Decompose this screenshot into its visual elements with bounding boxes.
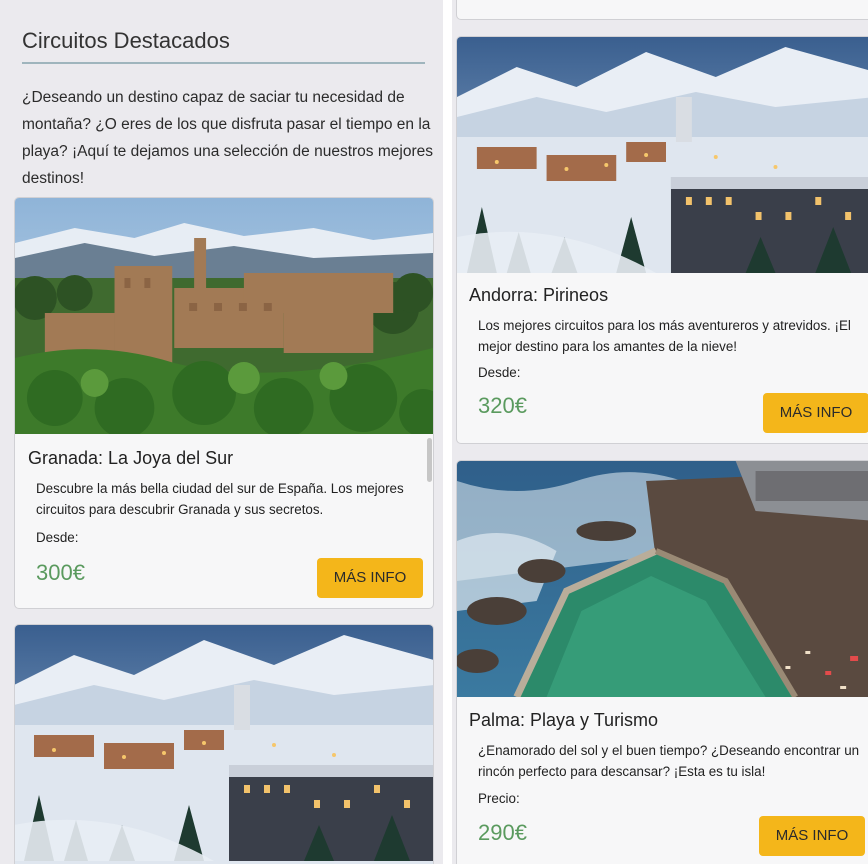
price-value: 300€ <box>36 560 85 585</box>
left-panel: Circuitos Destacados ¿Deseando un destin… <box>0 0 443 864</box>
tour-card-granada: Granada: La Joya del Sur Descubre la más… <box>14 197 434 609</box>
price-label: Desde: <box>36 530 79 545</box>
andorra-image <box>457 37 868 273</box>
section-title: Circuitos Destacados <box>22 28 230 53</box>
card-title: Andorra: Pirineos <box>469 285 609 305</box>
tour-card-palma: Palma: Playa y Turismo ¿Enamorado del so… <box>456 460 868 864</box>
card-description: ¿Enamorado del sol y el buen tiempo? ¿De… <box>478 743 860 779</box>
price-value: 290€ <box>478 820 527 845</box>
tour-card-andorra-preview <box>14 624 434 864</box>
card-description: Los mejores circuitos para los más avent… <box>478 318 851 354</box>
section-intro: ¿Deseando un destino capaz de saciar tu … <box>22 89 433 187</box>
granada-image <box>15 198 433 434</box>
price-label: Desde: <box>478 365 521 380</box>
more-info-button-andorra[interactable]: MÁS INFO <box>763 393 868 433</box>
price-label: Precio: <box>478 791 520 806</box>
card-title: Granada: La Joya del Sur <box>28 448 234 468</box>
tour-card-andorra: Andorra: Pirineos Los mejores circuitos … <box>456 36 868 444</box>
right-panel: Andorra: Pirineos Los mejores circuitos … <box>452 0 868 864</box>
andorra-image <box>15 625 433 864</box>
card-title: Palma: Playa y Turismo <box>469 710 659 730</box>
card-description: Descubre la más bella ciudad del sur de … <box>36 481 404 517</box>
more-info-button-palma[interactable]: MÁS INFO <box>759 816 865 856</box>
previous-card-bottom <box>456 0 868 20</box>
scrollbar-thumb[interactable] <box>427 438 432 482</box>
palma-image <box>457 461 868 697</box>
more-info-button-granada[interactable]: MÁS INFO <box>317 558 423 598</box>
price-value: 320€ <box>478 393 527 418</box>
title-divider <box>22 62 425 64</box>
